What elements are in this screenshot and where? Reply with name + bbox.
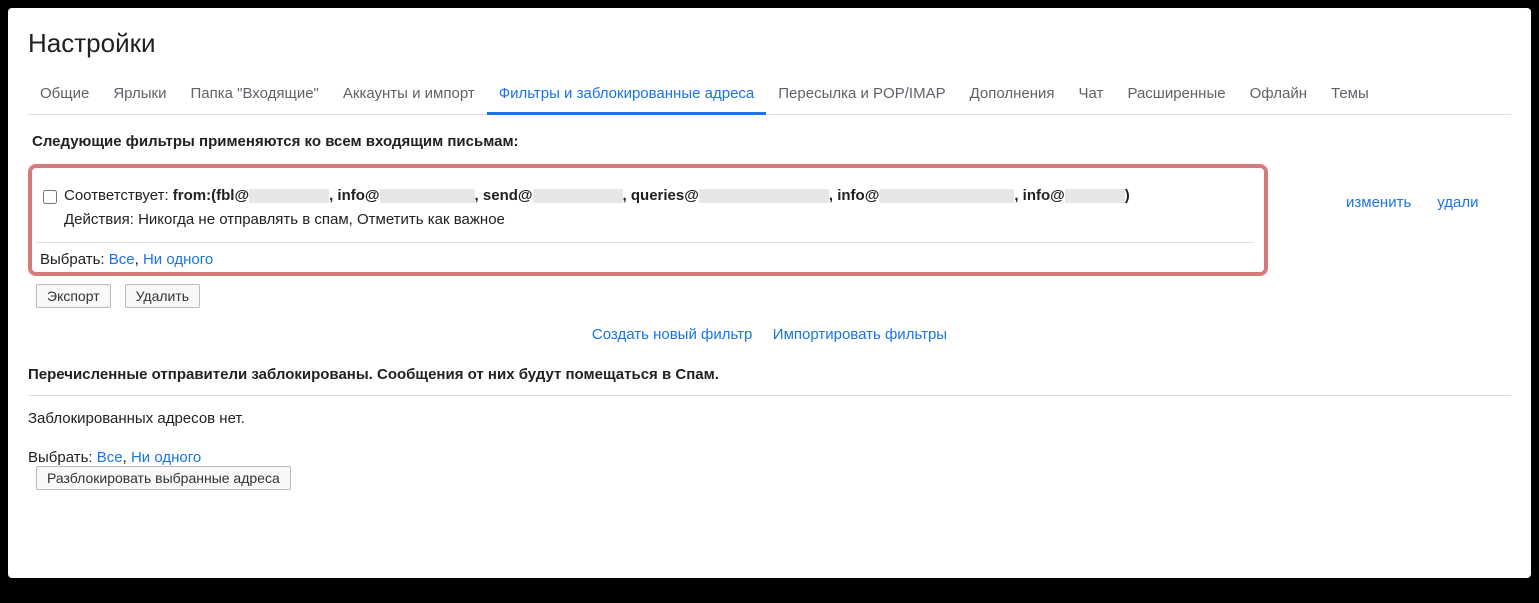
- filters-button-row: Экспорт Удалить: [28, 276, 1511, 308]
- tab-chat[interactable]: Чат: [1067, 75, 1116, 115]
- filters-content: Следующие фильтры применяются ко всем вх…: [28, 115, 1511, 496]
- filter-highlight: Соответствует: from:(fbl@, info@, send@,…: [28, 164, 1268, 276]
- filter-checkbox[interactable]: [43, 190, 57, 204]
- filters-intro-text: Следующие фильтры применяются ко всем вх…: [28, 133, 1511, 150]
- tab-forwarding[interactable]: Пересылка и POP/IMAP: [766, 75, 957, 115]
- tab-advanced[interactable]: Расширенные: [1115, 75, 1237, 115]
- unblock-button[interactable]: Разблокировать выбранные адреса: [36, 466, 291, 490]
- delete-button[interactable]: Удалить: [125, 284, 200, 308]
- blocked-none-text: Заблокированных адресов нет.: [28, 396, 1511, 441]
- settings-tabs: Общие Ярлыки Папка "Входящие" Аккаунты и…: [28, 75, 1511, 115]
- select-none-link[interactable]: Ни одного: [143, 251, 213, 268]
- tab-labels[interactable]: Ярлыки: [101, 75, 178, 115]
- blocked-select-sep: ,: [123, 449, 131, 466]
- tab-addons[interactable]: Дополнения: [958, 75, 1067, 115]
- filter-match-label: Соответствует:: [64, 187, 173, 204]
- page-title: Настройки: [28, 28, 1511, 59]
- blocked-select-label: Выбрать:: [28, 449, 97, 466]
- select-all-link[interactable]: Все: [109, 251, 135, 268]
- blocked-select-all-link[interactable]: Все: [97, 449, 123, 466]
- blocked-intro-text: Перечисленные отправители заблокированы.…: [28, 366, 1511, 396]
- blocked-select-row: Выбрать: Все, Ни одного: [28, 441, 1511, 466]
- filters-select-row: Выбрать: Все, Ни одного: [36, 243, 1254, 268]
- filter-edit-links: изменить удали: [1268, 158, 1479, 211]
- redacted-domain: [879, 189, 1014, 203]
- export-button[interactable]: Экспорт: [36, 284, 111, 308]
- filter-actions-value: Никогда не отправлять в спам, Отметить к…: [138, 211, 505, 228]
- tab-accounts[interactable]: Аккаунты и импорт: [331, 75, 487, 115]
- tab-general[interactable]: Общие: [28, 75, 101, 115]
- filter-actions-label: Действия:: [64, 211, 138, 228]
- redacted-domain: [380, 189, 475, 203]
- tab-filters[interactable]: Фильтры и заблокированные адреса: [487, 75, 767, 115]
- select-label: Выбрать:: [40, 251, 109, 268]
- select-sep: ,: [135, 251, 143, 268]
- redacted-domain: [533, 189, 623, 203]
- filter-row: Соответствует: from:(fbl@, info@, send@,…: [36, 178, 1254, 243]
- filter-body: Соответствует: from:(fbl@, info@, send@,…: [64, 184, 1254, 232]
- redacted-domain: [249, 189, 329, 203]
- filter-match-value: from:(fbl@, info@, send@, queries@, info…: [173, 187, 1130, 204]
- create-filter-link[interactable]: Создать новый фильтр: [592, 326, 752, 343]
- settings-window: Настройки Общие Ярлыки Папка "Входящие" …: [8, 8, 1531, 578]
- unblock-row: Разблокировать выбранные адреса: [28, 466, 1511, 496]
- blocked-select-none-link[interactable]: Ни одного: [131, 449, 201, 466]
- create-import-row: Создать новый фильтр Импортировать фильт…: [28, 308, 1511, 366]
- tab-offline[interactable]: Офлайн: [1238, 75, 1319, 115]
- import-filters-link[interactable]: Импортировать фильтры: [773, 326, 947, 343]
- delete-filter-link[interactable]: удали: [1437, 194, 1478, 211]
- tab-inbox[interactable]: Папка "Входящие": [178, 75, 330, 115]
- redacted-domain: [1065, 189, 1125, 203]
- edit-filter-link[interactable]: изменить: [1346, 194, 1411, 211]
- tab-themes[interactable]: Темы: [1319, 75, 1381, 115]
- redacted-domain: [699, 189, 829, 203]
